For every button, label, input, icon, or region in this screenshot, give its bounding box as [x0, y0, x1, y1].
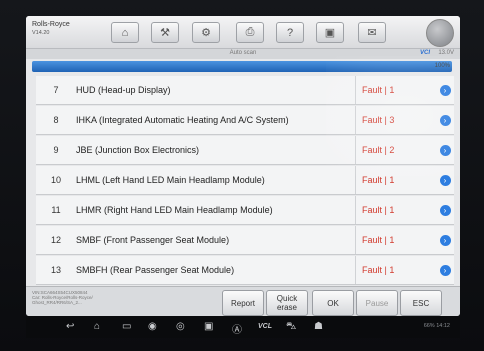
module-row[interactable]: 7 HUD (Head-up Display) Fault | 1 › [36, 76, 454, 105]
gear-icon: ⚙ [201, 27, 211, 39]
quick-erase-button[interactable]: Quick erase [266, 290, 308, 316]
module-list: 7 HUD (Head-up Display) Fault | 1 › 8 IHKA (I… [36, 76, 454, 286]
row-chevron[interactable]: › [436, 234, 454, 246]
camera-icon[interactable]: ◎ [176, 321, 185, 332]
print-button[interactable]: ⎙ [236, 22, 264, 43]
module-name: SMBFH (Rear Passenger Seat Module) [76, 265, 235, 275]
fault-status: Fault | 1 [355, 166, 436, 194]
chevron-right-icon: › [439, 84, 451, 96]
module-number: 9 [53, 145, 59, 155]
row-chevron[interactable]: › [436, 114, 454, 126]
row-chevron[interactable]: › [436, 264, 454, 276]
bottom-bar: VIN:SCA664S54CUX50844 Car: Rolls-Royce/R… [26, 286, 460, 316]
module-name: HUD (Head-up Display) [76, 85, 171, 95]
module-number: 10 [50, 175, 61, 185]
module-number: 7 [53, 85, 59, 95]
module-row[interactable]: 13 SMBFH (Rear Passenger Seat Module) Faul… [36, 256, 454, 285]
status-subbar: Auto scan VCI 13.0V [26, 49, 460, 59]
help-button[interactable]: ? [276, 22, 304, 43]
battery-voltage: 13.0V [438, 50, 454, 56]
diag-icon[interactable]: ☗ [314, 321, 323, 332]
autel-icon[interactable]: Ⓐ [232, 321, 242, 336]
home-icon[interactable]: ⌂ [94, 321, 100, 332]
chevron-right-icon: › [439, 174, 451, 186]
module-name: JBE (Junction Box Electronics) [76, 145, 200, 155]
module-number: 13 [50, 265, 61, 275]
home-icon: ⌂ [121, 26, 129, 39]
pause-button[interactable]: Pause [356, 290, 398, 316]
module-name: LHMR (Right Hand LED Main Headlamp Modul… [76, 205, 273, 215]
back-icon[interactable]: ↩ [66, 321, 74, 332]
fault-status: Fault | 1 [355, 196, 436, 224]
chevron-right-icon: › [439, 114, 451, 126]
report-button[interactable]: Report [222, 290, 264, 316]
message-icon: ✉ [367, 27, 377, 39]
module-number: 11 [51, 205, 61, 215]
vci-icon[interactable]: VCL [258, 323, 272, 330]
fault-status: Fault | 2 [355, 136, 436, 164]
profile-avatar[interactable] [426, 19, 454, 47]
module-number: 8 [53, 115, 59, 125]
progress-percent: 100% [434, 63, 450, 69]
brand-name: Rolls-Royce [32, 21, 70, 28]
fault-status: Fault | 3 [355, 106, 436, 134]
page-title: Auto scan [229, 50, 257, 56]
row-chevron[interactable]: › [436, 84, 454, 96]
brand-info: Rolls-Royce V14.20 [32, 21, 70, 37]
car-icon[interactable]: ⛍ [286, 321, 296, 334]
module-name: SMBF (Front Passenger Seat Module) [76, 235, 230, 245]
module-row[interactable]: 8 IHKA (Integrated Automatic Heating And … [36, 106, 454, 135]
module-row[interactable]: 11 LHMR (Right Hand LED Main Headlamp Mod… [36, 196, 454, 225]
fault-status: Fault | 1 [355, 256, 436, 284]
save-icon: ▣ [324, 27, 336, 39]
fault-status: Fault | 1 [355, 226, 436, 254]
settings-button[interactable]: ⚙ [192, 22, 220, 43]
progress-fill [32, 61, 452, 72]
browser-icon[interactable]: ◉ [148, 321, 157, 332]
ok-button[interactable]: OK [312, 290, 354, 316]
fault-status: Fault | 1 [355, 76, 436, 104]
message-button[interactable]: ✉ [358, 22, 386, 43]
save-button[interactable]: ▣ [316, 22, 344, 43]
vehicle-info: VIN:SCA664S54CUX50844 Car: Rolls-Royce/R… [32, 290, 182, 305]
vci-indicator: VCI [419, 50, 430, 56]
chevron-right-icon: › [439, 144, 451, 156]
top-toolbar: Rolls-Royce V14.20 ⌂ ⚒ ⚙ ⎙ ? ▣ ✉ [26, 16, 460, 49]
android-nav-bar: ↩ ⌂ ▭ ◉ ◎ ▣ Ⓐ VCL ⛍ ☗ 66% 14:12 [26, 316, 460, 338]
row-chevron[interactable]: › [436, 174, 454, 186]
scan-progress-bar: 100% [32, 61, 452, 72]
vehicle-button[interactable]: ⚒ [151, 22, 179, 43]
printer-icon: ⎙ [245, 26, 255, 38]
module-name: LHML (Left Hand LED Main Headlamp Module… [76, 175, 265, 185]
module-row[interactable]: 9 JBE (Junction Box Electronics) Fault | 2… [36, 136, 454, 165]
help-icon: ? [286, 26, 294, 39]
tablet-screen: Rolls-Royce V14.20 ⌂ ⚒ ⚙ ⎙ ? ▣ ✉ Auto sc… [26, 16, 460, 316]
module-row[interactable]: 10 LHML (Left Hand LED Main Headlamp Modu… [36, 166, 454, 195]
system-status: 66% 14:12 [423, 323, 450, 329]
module-row[interactable]: 12 SMBF (Front Passenger Seat Module) Faul… [36, 226, 454, 255]
row-chevron[interactable]: › [436, 144, 454, 156]
chevron-right-icon: › [439, 234, 451, 246]
row-chevron[interactable]: › [436, 204, 454, 216]
screen-icon[interactable]: ▣ [204, 321, 213, 332]
car-icon: ⚒ [160, 27, 170, 39]
esc-button[interactable]: ESC [400, 290, 442, 316]
module-name: IHKA (Integrated Automatic Heating And A… [76, 115, 289, 125]
module-number: 12 [50, 235, 61, 245]
window-icon[interactable]: ▭ [122, 321, 131, 332]
chevron-right-icon: › [439, 204, 451, 216]
system-text: Ghost_RR4/RR6/SA_2... [32, 300, 82, 305]
software-version: V14.20 [32, 30, 50, 36]
chevron-right-icon: › [439, 264, 451, 276]
home-button[interactable]: ⌂ [111, 22, 139, 43]
